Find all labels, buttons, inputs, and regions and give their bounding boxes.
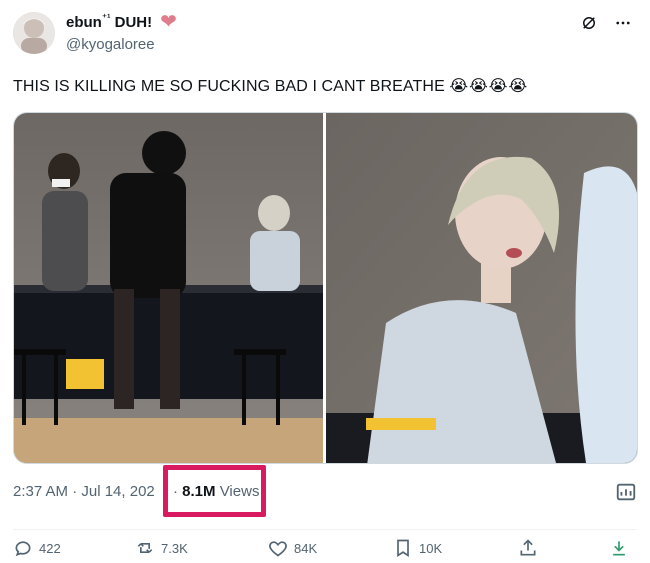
avatar-image <box>13 12 55 54</box>
tweet-top-actions <box>578 12 634 34</box>
tweet-views[interactable]: · 8.1M Views <box>173 483 259 500</box>
avatar[interactable] <box>13 12 55 54</box>
more-icon[interactable] <box>612 12 634 34</box>
tweet-actions-bar: 422 7.3K 84K 10K <box>13 538 637 562</box>
bookmark-button[interactable]: 10K <box>393 538 442 558</box>
tweet-text: THIS IS KILLING ME SO FUCKING BAD I CANT… <box>13 78 529 95</box>
repost-button[interactable]: 7.3K <box>135 538 188 558</box>
download-button[interactable] <box>609 538 629 558</box>
like-button[interactable]: 84K <box>268 538 317 558</box>
like-count: 84K <box>294 540 318 556</box>
reply-count: 422 <box>39 540 61 556</box>
tweet-media[interactable] <box>13 112 638 464</box>
repost-count: 7.3K <box>161 540 188 556</box>
crying-emojis: 😭😭😭😭 <box>449 78 529 95</box>
views-count: 8.1M <box>182 483 216 500</box>
bookmark-icon <box>397 539 409 558</box>
media-photo-right[interactable] <box>326 113 637 463</box>
heart-emoji: ❤ <box>160 11 177 33</box>
share-button[interactable] <box>518 538 538 558</box>
views-label: Views <box>219 483 260 500</box>
author-handle[interactable]: @kyogaloree <box>66 36 155 53</box>
photo-event-table <box>14 113 323 463</box>
analytics-icon[interactable] <box>615 481 637 503</box>
photo-seated-person <box>326 113 637 463</box>
reply-button[interactable]: 422 <box>13 538 61 558</box>
author-display-name[interactable]: ebun⁺¹ DUH! <box>66 13 152 31</box>
bookmark-count: 10K <box>419 540 443 556</box>
share-icon <box>520 539 536 556</box>
views-separator: · <box>173 483 178 500</box>
download-icon <box>613 541 625 556</box>
media-photo-left[interactable] <box>14 113 323 463</box>
reply-icon <box>15 541 31 557</box>
tweet-timestamp[interactable]: 2:37 AM · Jul 14, 202 <box>13 483 155 500</box>
grok-icon[interactable] <box>578 12 600 34</box>
divider <box>13 529 637 530</box>
like-icon <box>269 541 287 557</box>
author-name-row: ebun⁺¹ DUH! ❤ <box>66 12 177 32</box>
repost-icon <box>137 543 153 553</box>
